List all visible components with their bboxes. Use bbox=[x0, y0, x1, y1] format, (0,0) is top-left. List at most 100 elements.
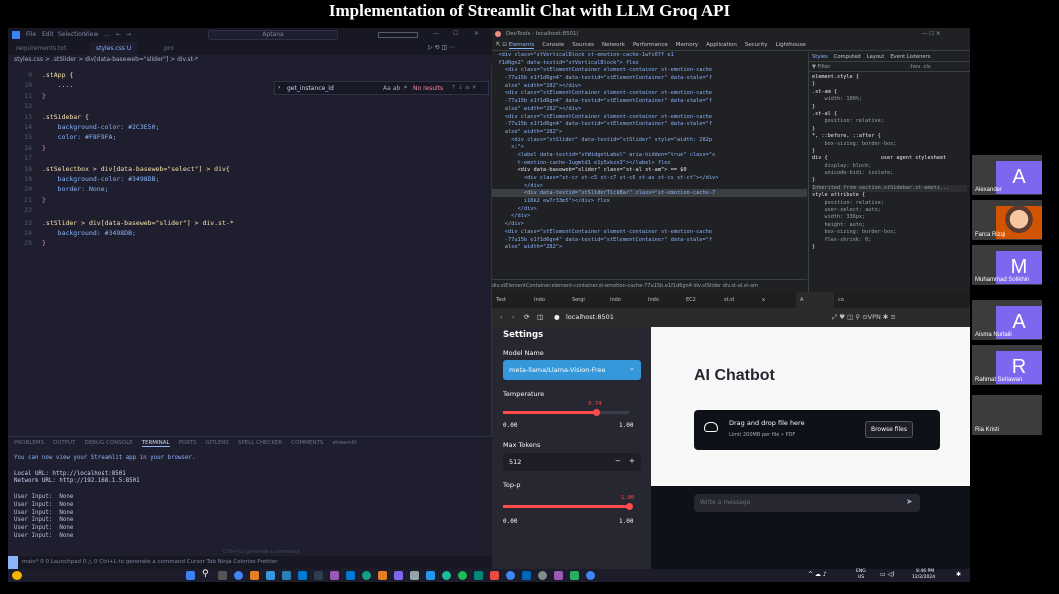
style-rules[interactable]: element.style {} .st-am { width: 100%;} .s… bbox=[809, 72, 970, 253]
reload-icon[interactable]: ⟳ bbox=[524, 308, 529, 327]
maximize-icon[interactable]: ☐ bbox=[453, 30, 458, 37]
browser-tab[interactable]: Sergi bbox=[568, 292, 606, 308]
devtools-tab-application[interactable]: Application bbox=[706, 42, 737, 48]
max-tokens-input[interactable]: 512 − + bbox=[503, 453, 641, 471]
terminal-output[interactable]: You can now view your Streamlit app in y… bbox=[14, 455, 195, 541]
find-nav-icons[interactable]: ↑ ↓ ≡ ✕ bbox=[451, 84, 477, 91]
photos-icon[interactable] bbox=[490, 571, 499, 580]
dom-node-line[interactable]: -77u15b e1f1d6gn4" data-testid="stElemen… bbox=[492, 121, 807, 129]
dom-node-line[interactable]: <div data-testid="stSliderTickBar" class… bbox=[492, 190, 807, 198]
code-line[interactable]: border: None; bbox=[42, 184, 109, 194]
style-rule-line[interactable]: box-sizing: border-box; bbox=[812, 141, 967, 148]
browser-tab[interactable]: Test bbox=[492, 292, 530, 308]
tab-styles-css[interactable]: styles.css U bbox=[90, 42, 138, 55]
postman-icon[interactable] bbox=[378, 571, 387, 580]
participant-tile[interactable]: A Aisma Nurlaili bbox=[972, 300, 1042, 340]
style-rule-line[interactable]: .st-al { bbox=[812, 111, 967, 118]
tray-region[interactable]: US bbox=[858, 575, 864, 580]
back-arrow-icon[interactable]: ← bbox=[116, 31, 121, 38]
devtools-tab-console[interactable]: Console bbox=[542, 42, 564, 48]
style-rule-line[interactable]: user-select: auto; bbox=[812, 207, 967, 214]
dom-node-line[interactable]: </div> bbox=[492, 206, 807, 214]
dom-node-line[interactable]: <div class="stSlider" data-testid="stSli… bbox=[492, 137, 807, 145]
dom-node-line[interactable]: -77u15b e1f1d6gn4" data-testid="stElemen… bbox=[492, 237, 807, 245]
style-rule-line[interactable]: } bbox=[812, 126, 967, 133]
style-rule-line[interactable]: unicode-bidi: isolate; bbox=[812, 170, 967, 177]
devtools-tab-performance[interactable]: Performance bbox=[633, 42, 668, 48]
code-line[interactable]: } bbox=[42, 195, 46, 205]
dom-node-line[interactable]: alse" width="282"></div> bbox=[492, 106, 807, 114]
code-line[interactable]: background-color: #2C3E50; bbox=[42, 122, 160, 132]
model-select[interactable]: meta-llama/Llama-Vision-Free ⌄ bbox=[503, 360, 641, 380]
dom-node-line[interactable]: <div class="stElementContainer element-c… bbox=[492, 90, 807, 98]
devtools-tab-elements[interactable]: Elements bbox=[508, 42, 535, 49]
plus-icon[interactable]: + bbox=[629, 457, 635, 465]
tab-requirements[interactable]: requirements.txt bbox=[10, 42, 72, 55]
file-dropzone[interactable]: Drag and drop file here Limit 200MB per … bbox=[694, 410, 940, 450]
participant-tile[interactable]: Ria Kristi bbox=[972, 395, 1042, 435]
topp-slider[interactable]: 1.00 bbox=[503, 495, 634, 510]
ide-icon[interactable] bbox=[394, 571, 403, 580]
participant-tile[interactable]: A Alexander bbox=[972, 155, 1042, 195]
styles-tab-computed[interactable]: Computed bbox=[834, 54, 861, 60]
minimize-icon[interactable]: — bbox=[433, 30, 439, 37]
close-icon[interactable]: ✕ bbox=[474, 30, 479, 37]
browser2-icon[interactable] bbox=[506, 571, 515, 580]
clock-time[interactable]: 8:46 PM bbox=[916, 569, 934, 574]
figma-icon[interactable] bbox=[330, 571, 339, 580]
style-rule-line[interactable]: Inherited from section.stSidebar.st-emot… bbox=[812, 184, 967, 193]
styles-tab-event-listeners[interactable]: Event Listeners bbox=[890, 54, 930, 60]
style-rule-line[interactable]: .st-am { bbox=[812, 89, 967, 96]
temperature-slider[interactable]: 0.74 bbox=[503, 401, 629, 416]
dom-node-line[interactable]: <div class="stVerticalBlock st-emotion-c… bbox=[492, 52, 807, 60]
panel-tab-comments[interactable]: COMMENTS bbox=[291, 440, 323, 446]
notification-icon[interactable]: ✱ bbox=[956, 571, 961, 578]
dom-node-line[interactable]: <div class="stElementContainer element-c… bbox=[492, 114, 807, 122]
dom-node-line[interactable]: <div class="stElementContainer element-c… bbox=[492, 229, 807, 237]
participant-tile[interactable]: Farca Rizqi bbox=[972, 200, 1042, 240]
dom-node-line[interactable]: -77u15b e1f1d6gn4" data-testid="stElemen… bbox=[492, 75, 807, 83]
tab-pro[interactable]: pro bbox=[158, 42, 180, 55]
styles-filter-input[interactable]: Filter bbox=[818, 64, 831, 70]
topp-slider-thumb[interactable] bbox=[625, 503, 633, 510]
style-rule-line[interactable]: display: block; bbox=[812, 163, 967, 170]
dom-node-line[interactable]: x;"> bbox=[492, 144, 807, 152]
code-line[interactable]: .stSlider > div[data-baseweb="slider"] >… bbox=[42, 218, 234, 228]
breadcrumb[interactable]: styles.css > .stSlider > div[data-basewe… bbox=[8, 55, 492, 65]
dom-node-line[interactable]: i10k2 ew7r33m5"></div> flex bbox=[492, 198, 807, 206]
code-editor[interactable]: 9 .stApp {10 .... 11} 12 13 .stSidebar {14 ba… bbox=[8, 66, 492, 436]
nav-back-icon[interactable]: ‹ bbox=[500, 308, 503, 327]
edge-icon[interactable] bbox=[362, 571, 371, 580]
browser-toolbar-icons[interactable]: ⤢ ♥ ◫ ⚲ ⊙VPN ✱ ≡ bbox=[832, 308, 896, 327]
style-rule-line[interactable]: height: auto; bbox=[812, 222, 967, 229]
figma2-icon[interactable] bbox=[554, 571, 563, 580]
browse-files-button[interactable]: Browse files bbox=[865, 421, 913, 438]
style-rule-line[interactable]: } bbox=[812, 148, 967, 155]
status-text[interactable]: main* 0 0 Launchpad 0 △ 0 Ctrl+L to gene… bbox=[8, 559, 277, 565]
browser-tab[interactable]: st.sl bbox=[720, 292, 758, 308]
dom-node-line[interactable]: alse" width="282"> bbox=[492, 129, 807, 137]
tray-network-icon[interactable]: ▭ ◁) bbox=[880, 571, 895, 578]
panel-tab-ports[interactable]: PORTS bbox=[179, 440, 197, 446]
panel-tab-gitlens[interactable]: GITLENS bbox=[206, 440, 229, 446]
style-rule-line[interactable]: flex-shrink: 0; bbox=[812, 237, 967, 244]
taskbar-search-icon[interactable]: ⚲ bbox=[202, 569, 209, 579]
style-rule-line[interactable]: } bbox=[812, 177, 967, 184]
code-line[interactable]: } bbox=[42, 238, 46, 248]
browser-tab[interactable]: co bbox=[834, 292, 872, 308]
style-rule-line[interactable]: } bbox=[812, 104, 967, 111]
files-icon[interactable] bbox=[266, 571, 275, 580]
code-line[interactable]: background-color: #3498DB; bbox=[42, 174, 160, 184]
menu-more[interactable]: ... bbox=[104, 31, 110, 38]
code-line[interactable]: background: #3498DB; bbox=[42, 228, 136, 238]
browser-tab[interactable]: A bbox=[796, 292, 834, 308]
style-rule-line[interactable]: element.style { bbox=[812, 74, 967, 81]
weather-widget-icon[interactable] bbox=[12, 571, 22, 580]
dom-breadcrumbs[interactable]: div.stElementContainer.element-container… bbox=[492, 279, 807, 292]
mail-icon[interactable] bbox=[298, 571, 307, 580]
command-center-search[interactable]: Aptana bbox=[208, 30, 338, 40]
devtools-tab-security[interactable]: Security bbox=[745, 42, 768, 48]
style-rule-line[interactable]: position: relative; bbox=[812, 200, 967, 207]
remote-indicator-icon[interactable] bbox=[8, 556, 18, 569]
browser-tab[interactable]: x bbox=[758, 292, 796, 308]
